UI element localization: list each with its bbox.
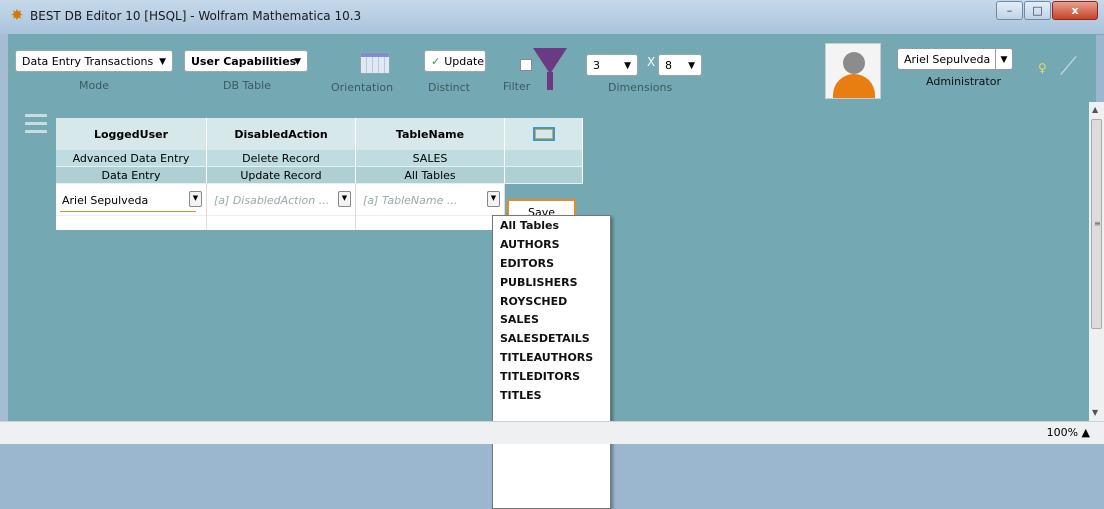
- distinct-caption: Distinct: [428, 81, 470, 94]
- dropdown-option[interactable]: EDITORS: [493, 254, 610, 273]
- window-title-bar: ✸ BEST DB Editor 10 [HSQL] - Wolfram Mat…: [0, 0, 1104, 35]
- chevron-up-icon: ▲: [1081, 426, 1090, 439]
- chevron-down-icon: ▼: [624, 61, 631, 71]
- select-all-cell[interactable]: [504, 118, 583, 150]
- entry-bottom-cell: [206, 215, 356, 230]
- loggeduser-entry-value: Ariel Sepulveda: [62, 194, 149, 207]
- avatar-body: [833, 74, 875, 98]
- chevron-down-icon: ▼: [688, 61, 695, 71]
- dropdown-option[interactable]: SALES: [493, 310, 610, 329]
- chevron-down-icon: ▼: [294, 57, 301, 67]
- app-logo-icon: ✸: [10, 6, 24, 24]
- chevron-down-icon[interactable]: ▼: [189, 191, 202, 207]
- data-grid: LoggedUser DisabledAction TableName Adva…: [56, 118, 583, 230]
- tablename-entry[interactable]: [a] TableName ... ▼: [355, 183, 505, 216]
- dimension-rows-select[interactable]: 3 ▼: [586, 54, 638, 76]
- chevron-down-icon[interactable]: ▼: [338, 191, 351, 207]
- dimensions-separator: X: [647, 55, 656, 69]
- table-cell[interactable]: Update Record: [206, 166, 356, 184]
- dropdown-option[interactable]: AUTHORS: [493, 235, 610, 254]
- table-cell[interactable]: Advanced Data Entry: [56, 150, 207, 167]
- window-controls: – □ x: [995, 1, 1098, 20]
- dropdown-option[interactable]: TITLEDITORS: [493, 367, 610, 386]
- entry-bottom-cell: [56, 215, 207, 230]
- tablename-placeholder: [a] TableName ...: [363, 194, 458, 207]
- funnel-stem: [547, 72, 553, 90]
- filter-checkbox[interactable]: [520, 59, 532, 71]
- dropdown-option[interactable]: SALESDETAILS: [493, 329, 610, 348]
- main-panel: LoggedUser DisabledAction TableName Adva…: [8, 102, 1089, 509]
- field-underline: [60, 211, 196, 212]
- scroll-up-icon[interactable]: ▲: [1092, 105, 1098, 114]
- status-bar: 100% ▲: [0, 421, 1104, 444]
- orientation-caption: Orientation: [331, 81, 394, 94]
- table-cell[interactable]: SALES: [355, 150, 505, 167]
- disabledaction-entry[interactable]: [a] DisabledAction ... ▼: [206, 183, 356, 216]
- table-cell[interactable]: Delete Record: [206, 150, 356, 167]
- lightbulb-icon[interactable]: ♀: [1038, 61, 1047, 75]
- selection-icon: [532, 127, 555, 141]
- close-button[interactable]: x: [1052, 1, 1098, 20]
- dropdown-option[interactable]: ROYSCHED: [493, 292, 610, 311]
- entry-bottom-cell: [355, 215, 505, 230]
- chevron-down-icon[interactable]: ▼: [487, 191, 500, 207]
- table-cell[interactable]: All Tables: [355, 166, 505, 184]
- column-header-loggeduser[interactable]: LoggedUser: [56, 118, 207, 150]
- update-button[interactable]: ✓ Update: [424, 50, 486, 72]
- dimension-cols-select[interactable]: 8 ▼: [658, 54, 702, 76]
- dimension-cols-value: 8: [665, 59, 672, 72]
- toolbar: Data Entry Transactions ▼ Mode User Capa…: [8, 34, 1096, 102]
- window-title: BEST DB Editor 10 [HSQL] - Wolfram Mathe…: [30, 9, 362, 23]
- scroll-down-icon[interactable]: ▼: [1092, 408, 1098, 417]
- column-header-disabledaction[interactable]: DisabledAction: [206, 118, 356, 150]
- db-table-select-value: User Capabilities: [191, 55, 297, 68]
- checkmark-icon: ✓: [431, 55, 441, 68]
- dropdown-option[interactable]: TITLES: [493, 386, 610, 405]
- dropdown-option[interactable]: TITLEAUTHORS: [493, 348, 610, 367]
- minimize-button[interactable]: –: [996, 1, 1023, 20]
- orientation-grid-icon[interactable]: [360, 52, 390, 74]
- user-select[interactable]: Ariel Sepulveda ▼: [897, 48, 1013, 70]
- table-cell-empty: [504, 166, 583, 184]
- table-cell-empty: [504, 150, 583, 167]
- user-role: Administrator: [926, 75, 1001, 88]
- vertical-scrollbar[interactable]: ▲ ≡ ▼: [1089, 102, 1104, 421]
- mode-select-value: Data Entry Transactions: [22, 55, 154, 68]
- filter-caption: Filter: [503, 80, 531, 93]
- loggeduser-entry[interactable]: Ariel Sepulveda ▼: [56, 183, 207, 216]
- mode-caption: Mode: [79, 79, 109, 92]
- chevron-down-icon: ▼: [159, 57, 166, 67]
- update-label: Update: [444, 55, 485, 68]
- scrollbar-grip-icon: ≡: [1094, 219, 1101, 228]
- zoom-control[interactable]: 100% ▲: [1047, 426, 1090, 439]
- mode-select[interactable]: Data Entry Transactions ▼: [15, 50, 173, 72]
- tablename-dropdown-list: All Tables AUTHORS EDITORS PUBLISHERS ROYSCH…: [492, 215, 611, 509]
- dropdown-option[interactable]: PUBLISHERS: [493, 273, 610, 292]
- column-header-tablename[interactable]: TableName: [355, 118, 505, 150]
- zoom-level: 100%: [1046, 426, 1079, 439]
- user-avatar[interactable]: [825, 43, 881, 99]
- db-table-caption: DB Table: [223, 79, 271, 92]
- chevron-down-icon: ▼: [995, 49, 1012, 69]
- maximize-button[interactable]: □: [1024, 1, 1051, 20]
- funnel-filter-icon[interactable]: [533, 48, 567, 74]
- avatar-head: [843, 52, 865, 74]
- hamburger-menu-icon[interactable]: [25, 114, 47, 138]
- disabledaction-placeholder: [a] DisabledAction ...: [214, 194, 330, 207]
- table-cell[interactable]: Data Entry: [56, 166, 207, 184]
- db-table-select[interactable]: User Capabilities ▼: [184, 50, 308, 72]
- user-name: Ariel Sepulveda: [904, 53, 991, 66]
- dropdown-option[interactable]: All Tables: [493, 216, 610, 235]
- dimensions-caption: Dimensions: [608, 81, 673, 94]
- connection-icon[interactable]: ⟋: [1060, 52, 1077, 80]
- window-left-edge: [0, 34, 8, 421]
- dimension-rows-value: 3: [593, 59, 600, 72]
